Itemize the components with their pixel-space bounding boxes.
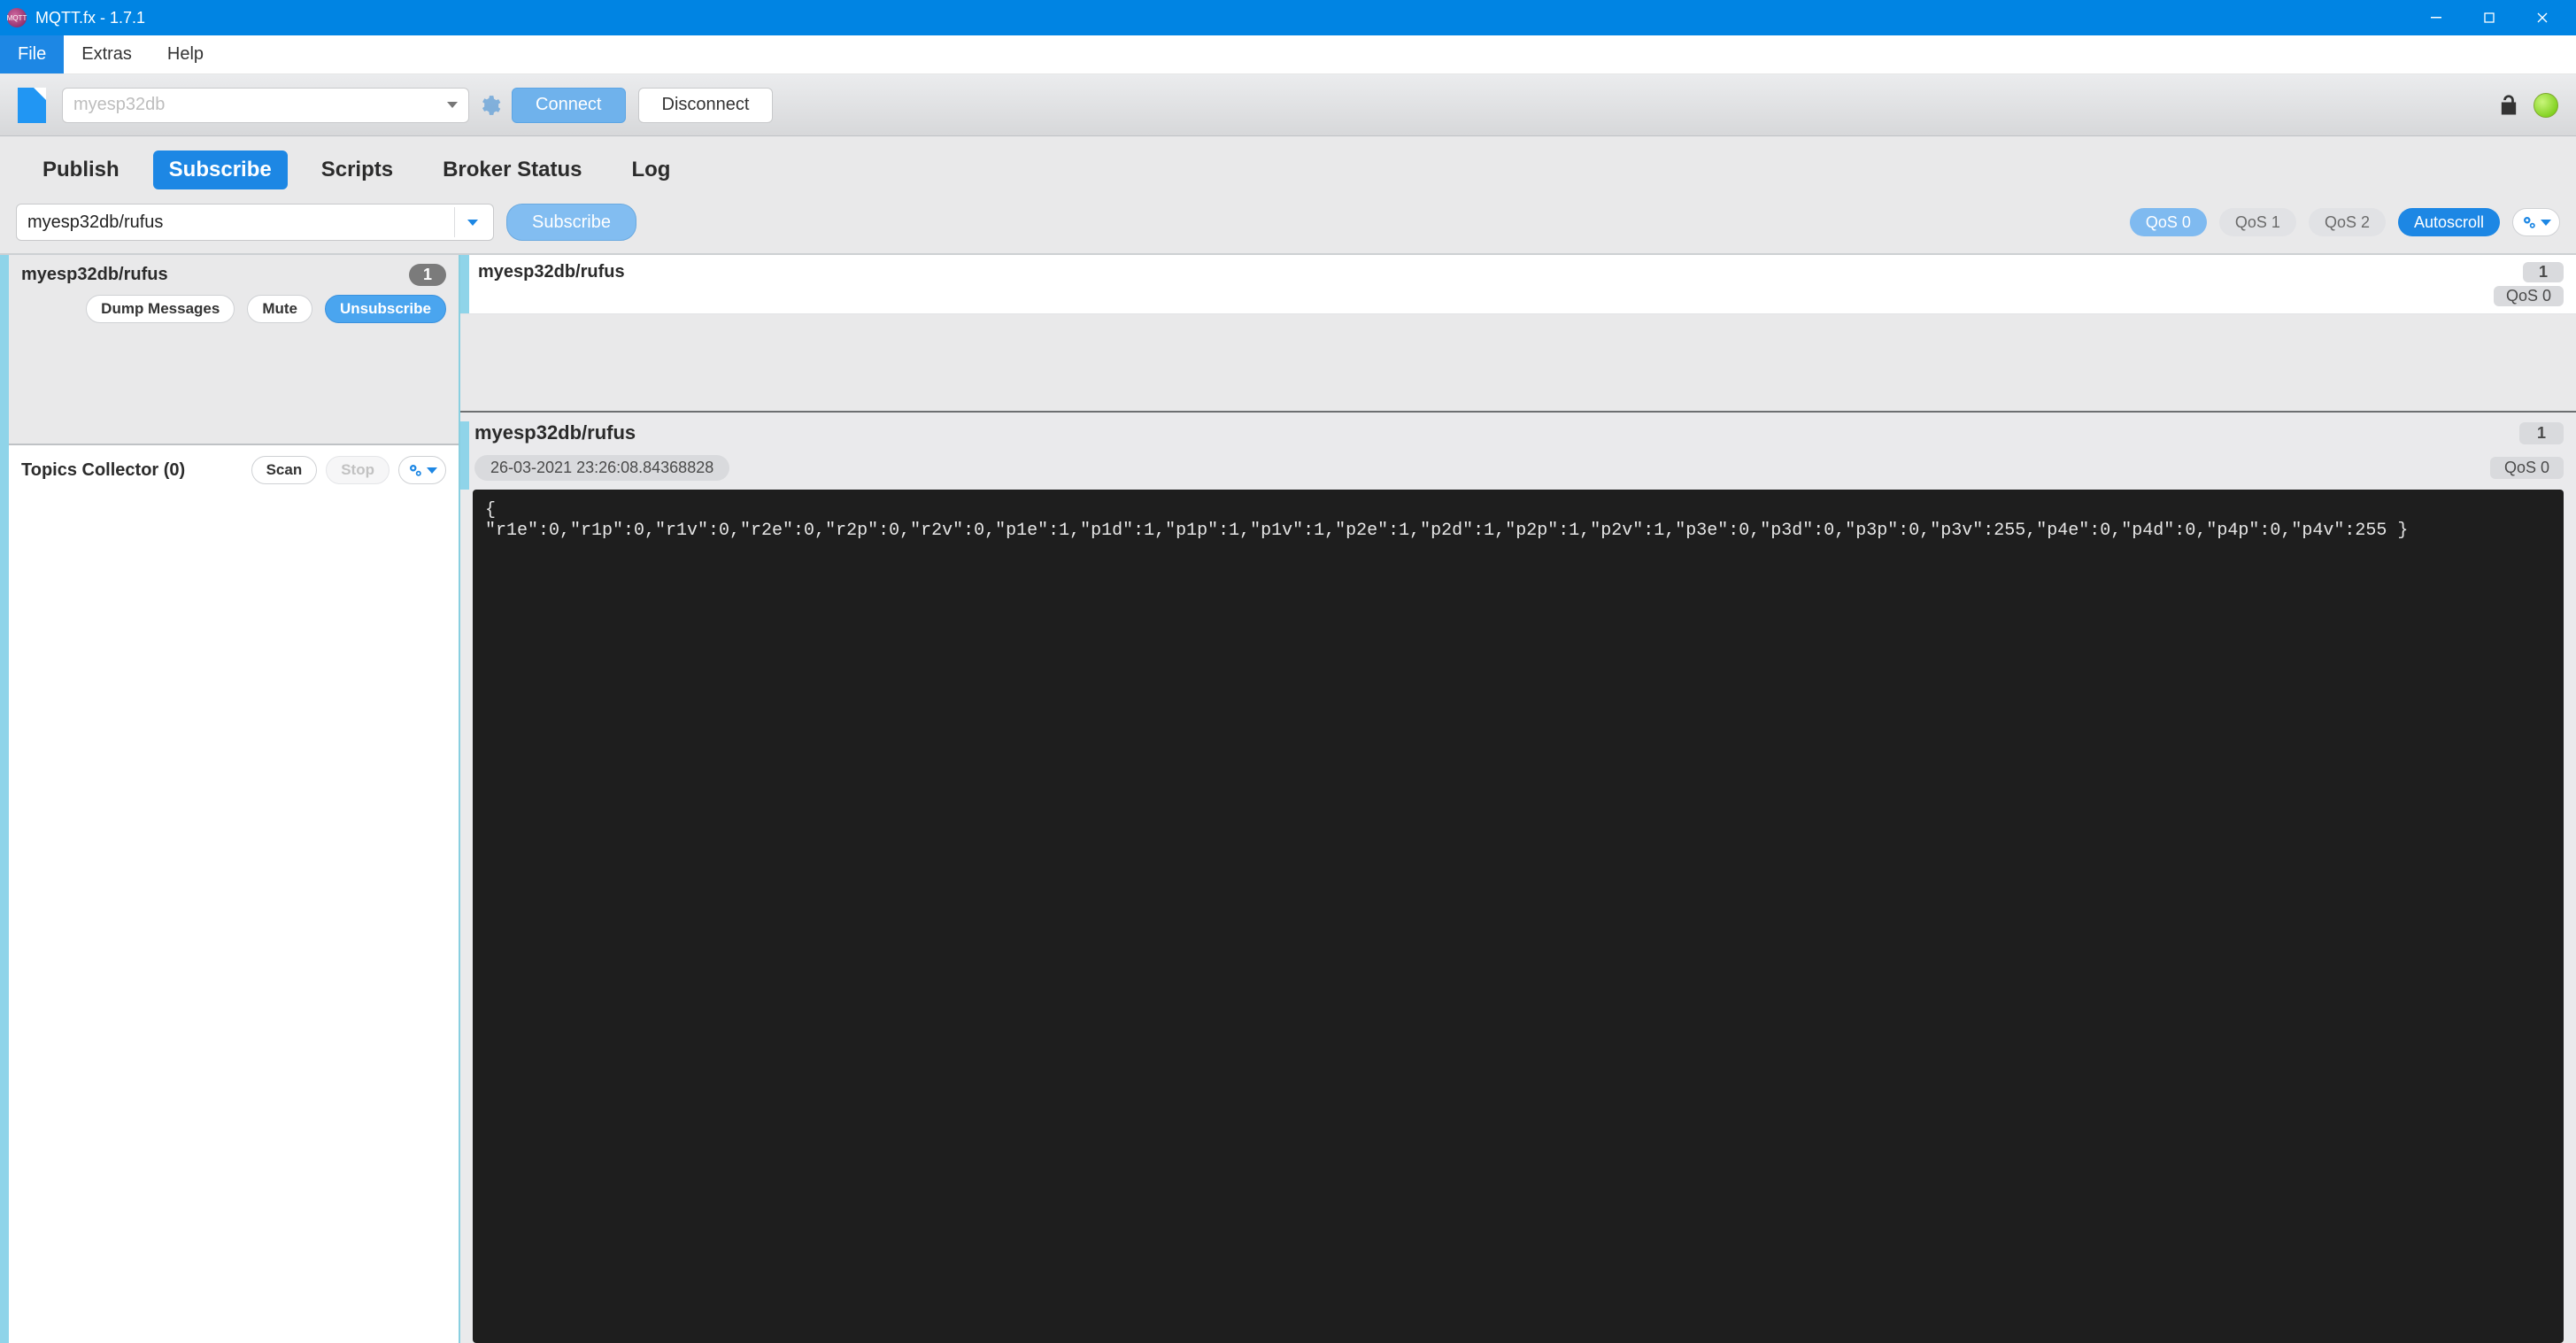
gears-icon — [407, 462, 423, 478]
mute-button[interactable]: Mute — [247, 295, 312, 323]
subscriptions-list: myesp32db/rufus 1 Dump Messages Mute Uns… — [9, 255, 459, 445]
window-close-button[interactable] — [2516, 0, 2569, 35]
window-maximize-button[interactable] — [2463, 0, 2516, 35]
subscription-topic: myesp32db/rufus — [21, 265, 168, 285]
menu-help[interactable]: Help — [150, 35, 221, 73]
message-detail-panel: myesp32db/rufus 1 26-03-2021 23:26:08.84… — [460, 413, 2576, 1343]
subscribe-topic-value: myesp32db/rufus — [27, 212, 163, 233]
topics-collector-title: Topics Collector (0) — [21, 460, 185, 481]
subscribe-topic-input[interactable]: myesp32db/rufus — [16, 204, 494, 241]
disconnect-button[interactable]: Disconnect — [638, 88, 774, 123]
tab-broker-status[interactable]: Broker Status — [427, 151, 598, 189]
qos0-chip[interactable]: QoS 0 — [2130, 208, 2207, 236]
tab-log[interactable]: Log — [615, 151, 686, 189]
chevron-down-icon — [467, 220, 478, 226]
message-index-badge: 1 — [2523, 262, 2564, 282]
message-item[interactable]: myesp32db/rufus 1 QoS 0 — [460, 255, 2576, 314]
connection-status-indicator — [2534, 93, 2558, 118]
dump-messages-button[interactable]: Dump Messages — [86, 295, 235, 323]
subscribe-topic-dropdown[interactable] — [454, 207, 490, 237]
menu-file[interactable]: File — [0, 35, 64, 73]
menu-extras[interactable]: Extras — [64, 35, 150, 73]
window-minimize-button[interactable] — [2410, 0, 2463, 35]
window-title: MQTT.fx - 1.7.1 — [35, 9, 145, 27]
subscription-count-badge: 1 — [409, 264, 446, 286]
gears-icon — [2521, 214, 2537, 230]
lock-open-icon — [2496, 93, 2521, 118]
subscribe-controls: myesp32db/rufus Subscribe QoS 0 QoS 1 Qo… — [0, 198, 2576, 253]
chevron-down-icon — [2541, 220, 2551, 226]
detail-topic: myesp32db/rufus — [474, 421, 636, 444]
unsubscribe-button[interactable]: Unsubscribe — [325, 295, 446, 323]
menu-bar: File Extras Help — [0, 35, 2576, 74]
message-accent — [460, 255, 469, 313]
autoscroll-toggle[interactable]: Autoscroll — [2398, 208, 2500, 236]
tab-subscribe[interactable]: Subscribe — [153, 151, 288, 189]
chevron-down-icon — [427, 467, 437, 474]
scan-button[interactable]: Scan — [251, 456, 318, 484]
collector-options-button[interactable] — [398, 456, 446, 484]
connection-settings-icon[interactable] — [478, 94, 501, 117]
message-list: myesp32db/rufus 1 QoS 0 — [460, 255, 2576, 413]
qos2-chip[interactable]: QoS 2 — [2309, 208, 2386, 236]
detail-qos-badge: QoS 0 — [2490, 457, 2564, 479]
detail-count-badge: 1 — [2519, 422, 2564, 444]
chevron-down-icon — [447, 102, 458, 108]
message-qos-badge: QoS 0 — [2494, 286, 2564, 306]
profile-file-icon — [18, 88, 46, 123]
connection-toolbar: myesp32db Connect Disconnect — [0, 74, 2576, 136]
tab-scripts[interactable]: Scripts — [305, 151, 409, 189]
subscription-accent — [0, 255, 9, 1343]
detail-accent — [460, 421, 469, 490]
main-tabs: Publish Subscribe Scripts Broker Status … — [0, 136, 2576, 198]
subscribe-options-button[interactable] — [2512, 208, 2560, 236]
connection-profile-select[interactable]: myesp32db — [62, 88, 469, 123]
app-icon: MQTT — [7, 8, 27, 27]
stop-button[interactable]: Stop — [326, 456, 389, 484]
subscribe-button[interactable]: Subscribe — [506, 204, 636, 241]
subscription-item[interactable]: myesp32db/rufus 1 — [9, 255, 459, 295]
qos1-chip[interactable]: QoS 1 — [2219, 208, 2296, 236]
connection-profile-value: myesp32db — [73, 95, 165, 115]
payload-viewer[interactable]: { "r1e":0,"r1p":0,"r1v":0,"r2e":0,"r2p":… — [473, 490, 2564, 1343]
detail-timestamp: 26-03-2021 23:26:08.84368828 — [474, 455, 729, 481]
window-titlebar: MQTT MQTT.fx - 1.7.1 — [0, 0, 2576, 35]
message-topic: myesp32db/rufus — [478, 262, 625, 282]
tab-publish[interactable]: Publish — [27, 151, 135, 189]
topics-collector-panel: Topics Collector (0) Scan Stop — [9, 445, 459, 1343]
connect-button[interactable]: Connect — [512, 88, 626, 123]
